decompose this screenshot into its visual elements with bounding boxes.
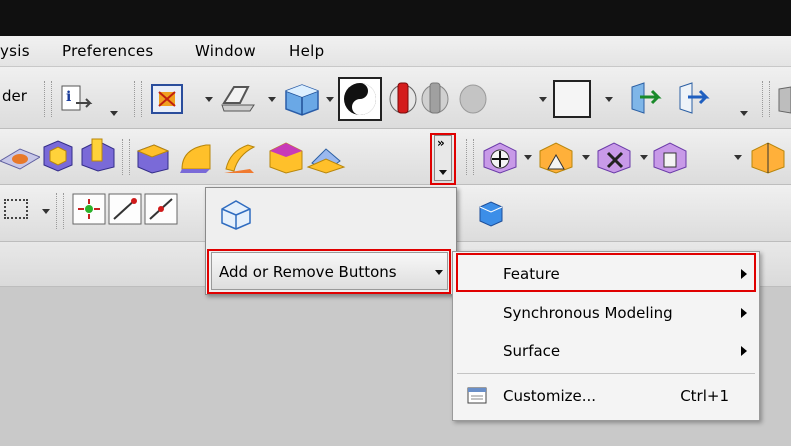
move-component-icon[interactable] xyxy=(626,79,664,117)
background-toggle-icon[interactable] xyxy=(338,77,382,121)
menu-help[interactable]: Help xyxy=(289,42,324,60)
chevron-down-icon[interactable] xyxy=(268,97,276,102)
submenu-item-surface[interactable]: Surface xyxy=(453,333,759,369)
offset-region-icon[interactable] xyxy=(536,139,574,175)
svg-text:i: i xyxy=(66,89,71,105)
extrude-plane-icon[interactable] xyxy=(0,141,40,173)
submenu-item-label: Customize... xyxy=(503,387,597,405)
menu-window[interactable]: Window xyxy=(195,42,256,60)
shaded-cube-icon[interactable] xyxy=(282,81,322,117)
chevron-down-icon[interactable] xyxy=(734,155,742,160)
render-style-icon[interactable] xyxy=(218,81,258,115)
pattern-face-icon[interactable] xyxy=(748,139,791,175)
chevron-down-icon[interactable] xyxy=(740,111,748,116)
section-view-icon[interactable] xyxy=(388,81,418,117)
face-blend-icon[interactable] xyxy=(220,139,260,175)
move-face-icon[interactable] xyxy=(480,139,518,175)
window-titlebar xyxy=(0,0,791,36)
shortcut-text: Ctrl+1 xyxy=(680,387,729,405)
endpoint-icon[interactable] xyxy=(108,193,142,225)
fit-view-icon[interactable] xyxy=(150,83,184,115)
chevron-right-icon xyxy=(741,308,747,318)
menu-analysis[interactable]: ysis xyxy=(0,42,30,60)
snap-point-icon[interactable] xyxy=(72,193,106,225)
toolbar-separator xyxy=(44,81,52,117)
copy-face-icon[interactable] xyxy=(650,139,688,175)
menubar: ysis Preferences Window Help xyxy=(0,36,791,67)
chevron-down-icon[interactable] xyxy=(42,209,50,214)
toolbar-left-label: der xyxy=(2,87,27,105)
chevron-down-icon[interactable] xyxy=(205,97,213,102)
chevron-down-icon[interactable] xyxy=(582,155,590,160)
information-icon[interactable]: i xyxy=(60,83,96,115)
boss-feature-icon[interactable] xyxy=(78,137,118,173)
grey-sphere-icon[interactable] xyxy=(458,81,488,117)
toolbar-row-feature: » xyxy=(0,129,791,185)
color-swatch-icon[interactable] xyxy=(552,79,592,119)
toolbar-separator xyxy=(466,139,474,175)
delete-face-icon[interactable] xyxy=(594,139,632,175)
chevron-down-icon[interactable] xyxy=(110,111,118,116)
assembly-constraint-icon[interactable] xyxy=(674,79,712,117)
chevron-down-icon[interactable] xyxy=(524,155,532,160)
chevron-right-icon xyxy=(741,346,747,356)
chamfer-icon[interactable] xyxy=(176,139,216,175)
add-remove-highlight-box xyxy=(207,249,451,294)
toolbar-separator xyxy=(134,81,142,117)
toolbar-separator xyxy=(762,81,770,117)
chevron-down-icon[interactable] xyxy=(539,97,547,102)
toolbar-separator xyxy=(56,193,64,229)
feature-highlight-box xyxy=(456,253,756,292)
customize-window-icon xyxy=(467,387,487,404)
chevron-down-icon[interactable] xyxy=(640,155,648,160)
draft-icon[interactable] xyxy=(306,141,346,175)
chevron-down-icon[interactable] xyxy=(605,97,613,102)
overflow-highlight-box xyxy=(430,133,456,185)
block-feature-icon[interactable] xyxy=(40,137,76,173)
shaded-view-icon[interactable] xyxy=(476,199,506,227)
edge-blend-icon[interactable] xyxy=(134,139,170,175)
submenu-item-customize[interactable]: Customize... Ctrl+1 xyxy=(453,378,759,414)
chevron-down-icon[interactable] xyxy=(326,97,334,102)
menu-divider xyxy=(457,373,755,374)
toolbar-row-standard: der i xyxy=(0,67,791,129)
midpoint-icon[interactable] xyxy=(144,193,178,225)
shell-icon[interactable] xyxy=(266,137,306,175)
submenu-item-label: Surface xyxy=(503,342,561,360)
menu-preferences[interactable]: Preferences xyxy=(62,42,154,60)
submenu-item-label: Synchronous Modeling xyxy=(503,304,673,322)
partial-icon[interactable] xyxy=(775,85,791,115)
hidden-geometry-icon[interactable] xyxy=(420,81,450,117)
selection-box-icon[interactable] xyxy=(4,199,28,219)
toolbar-separator xyxy=(122,139,130,175)
submenu-item-synchronous-modeling[interactable]: Synchronous Modeling xyxy=(453,295,759,331)
wireframe-cube-icon[interactable] xyxy=(218,197,254,231)
